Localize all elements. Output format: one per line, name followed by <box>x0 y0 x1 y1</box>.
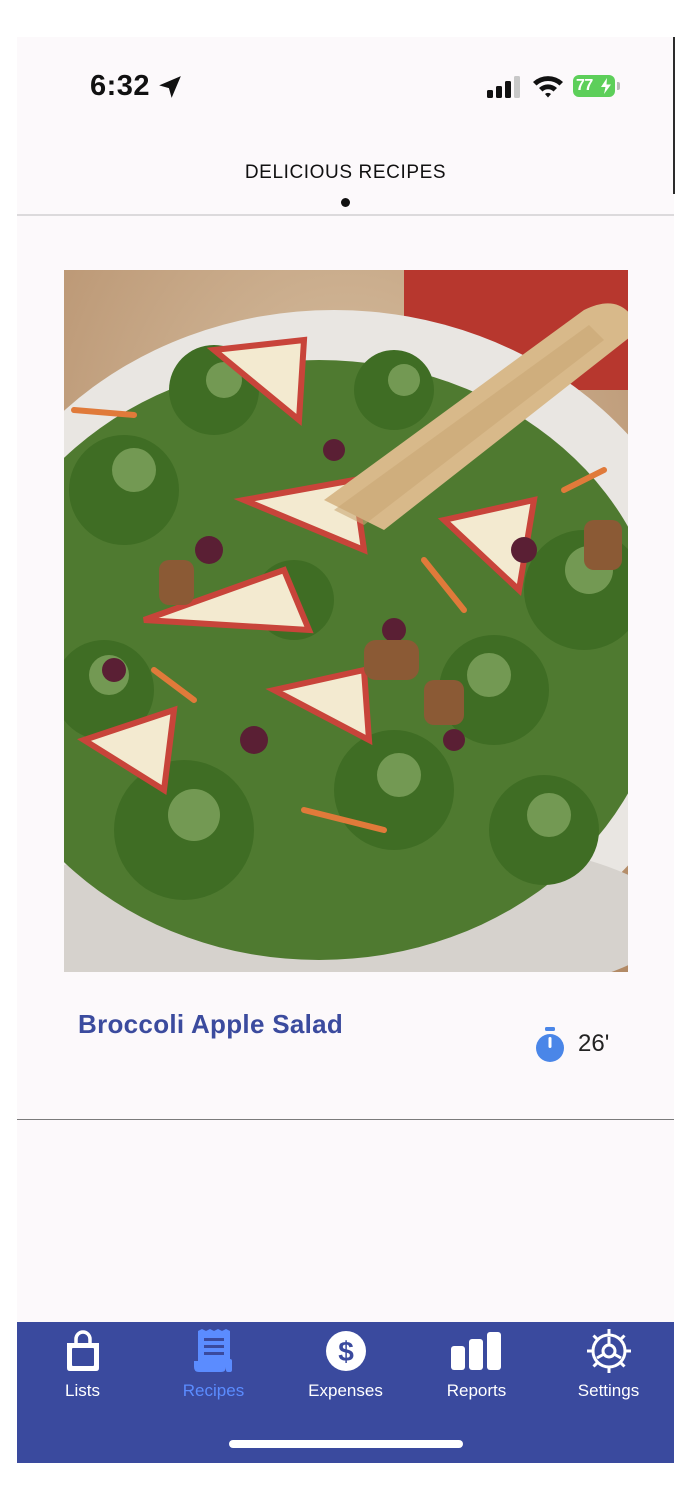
bar-chart-icon <box>450 1332 501 1370</box>
app-screen: 6:32 77 DELICIOUS RECIPES Broccoli Apple… <box>17 37 674 1463</box>
shopping-bag-icon <box>66 1330 99 1371</box>
tab-label-expenses: Expenses <box>308 1381 383 1400</box>
cellular-signal-icon <box>487 76 520 98</box>
tab-label-recipes: Recipes <box>182 1381 245 1400</box>
gear-icon <box>586 1329 631 1373</box>
status-time: 6:32 <box>90 70 151 102</box>
home-indicator[interactable] <box>229 1440 463 1448</box>
tab-label-settings: Settings <box>577 1381 640 1400</box>
recipe-title[interactable]: Broccoli Apple Salad <box>78 1009 343 1040</box>
wifi-icon <box>533 76 563 98</box>
dollar-icon: $ <box>325 1331 366 1371</box>
charging-bolt-icon <box>601 78 611 94</box>
page-title: DELICIOUS RECIPES <box>244 162 447 183</box>
battery-percent: 77 <box>576 77 593 94</box>
receipt-icon <box>193 1329 232 1372</box>
tab-recipes[interactable]: Recipes <box>148 1322 279 1402</box>
recipe-card[interactable]: Broccoli Apple Salad 26' <box>17 216 674 1120</box>
svg-text:$: $ <box>338 1336 354 1367</box>
battery-indicator: 77 <box>573 75 621 97</box>
tab-label-reports: Reports <box>446 1381 507 1400</box>
tab-settings[interactable]: Settings <box>543 1322 674 1402</box>
card-divider <box>17 1119 674 1120</box>
tab-lists[interactable]: Lists <box>17 1322 148 1402</box>
recipe-photo[interactable] <box>64 270 628 972</box>
screen-edge <box>673 37 675 194</box>
tab-label-lists: Lists <box>65 1381 100 1400</box>
bottom-tab-bar: Lists Recipes $ Expenses Reports Setting… <box>17 1322 674 1463</box>
page-indicator-dot <box>341 198 350 207</box>
tab-expenses[interactable]: $ Expenses <box>280 1322 411 1402</box>
location-arrow-icon <box>159 76 181 98</box>
prep-time: 26' <box>578 1030 610 1057</box>
tab-reports[interactable]: Reports <box>411 1322 542 1402</box>
stopwatch-icon <box>536 1027 564 1062</box>
